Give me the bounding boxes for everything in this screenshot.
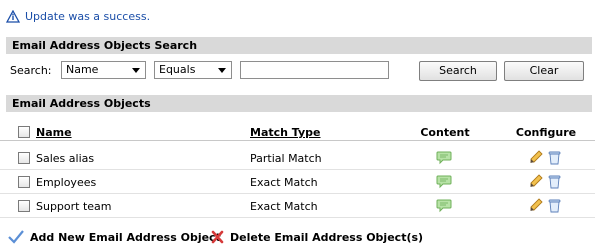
search-button[interactable]: Search [419, 61, 497, 81]
row-checkbox[interactable] [18, 152, 30, 164]
search-field-value: Name [66, 63, 99, 76]
table-actions: Add New Email Address Object Delete Emai… [0, 228, 595, 248]
table-header: Name Match Type Content Configure [0, 124, 595, 141]
checkmark-icon [8, 230, 24, 244]
notice-message: Update was a success. [25, 9, 151, 23]
clear-button[interactable]: Clear [504, 61, 584, 81]
row-checkbox[interactable] [18, 200, 30, 212]
edit-pencil-icon[interactable] [529, 198, 543, 212]
content-comment-icon[interactable] [436, 175, 452, 189]
edit-pencil-icon[interactable] [529, 174, 543, 188]
delete-trash-icon[interactable] [548, 174, 561, 189]
delete-objects-label: Delete Email Address Object(s) [230, 230, 424, 244]
info-icon [6, 9, 20, 23]
delete-x-icon [211, 230, 224, 244]
column-header-match-type[interactable]: Match Type [250, 126, 321, 139]
table-row: Support team Exact Match [0, 194, 595, 218]
status-notice: Update was a success. [6, 8, 150, 24]
search-input[interactable] [240, 61, 389, 79]
row-match-type: Exact Match [250, 176, 318, 189]
search-section-title: Email Address Objects Search [6, 37, 592, 54]
row-match-type: Exact Match [250, 200, 318, 213]
search-label: Search: [10, 64, 52, 77]
search-row: Search: Name Equals Search Clear [0, 60, 595, 81]
table-row: Sales alias Partial Match [0, 146, 595, 170]
add-object-label: Add New Email Address Object [30, 230, 221, 244]
search-operator-value: Equals [159, 63, 196, 76]
add-object-button[interactable]: Add New Email Address Object [8, 230, 221, 244]
column-header-name[interactable]: Name [36, 126, 72, 139]
row-name: Employees [36, 176, 97, 189]
select-all-checkbox[interactable] [18, 126, 30, 138]
delete-objects-button[interactable]: Delete Email Address Object(s) [211, 230, 423, 244]
objects-section-title: Email Address Objects [6, 95, 592, 112]
table-row: Employees Exact Match [0, 170, 595, 194]
row-name: Support team [36, 200, 112, 213]
dropdown-arrow-icon [132, 68, 140, 73]
search-operator-select[interactable]: Equals [154, 61, 232, 79]
column-header-configure: Configure [515, 126, 577, 139]
row-name: Sales alias [36, 152, 95, 165]
delete-trash-icon[interactable] [548, 198, 561, 213]
edit-pencil-icon[interactable] [529, 150, 543, 164]
content-comment-icon[interactable] [436, 199, 452, 213]
row-checkbox[interactable] [18, 176, 30, 188]
dropdown-arrow-icon [218, 68, 226, 73]
search-field-select[interactable]: Name [61, 61, 146, 79]
row-match-type: Partial Match [250, 152, 322, 165]
content-comment-icon[interactable] [436, 151, 452, 165]
delete-trash-icon[interactable] [548, 150, 561, 165]
column-header-content: Content [420, 126, 470, 139]
